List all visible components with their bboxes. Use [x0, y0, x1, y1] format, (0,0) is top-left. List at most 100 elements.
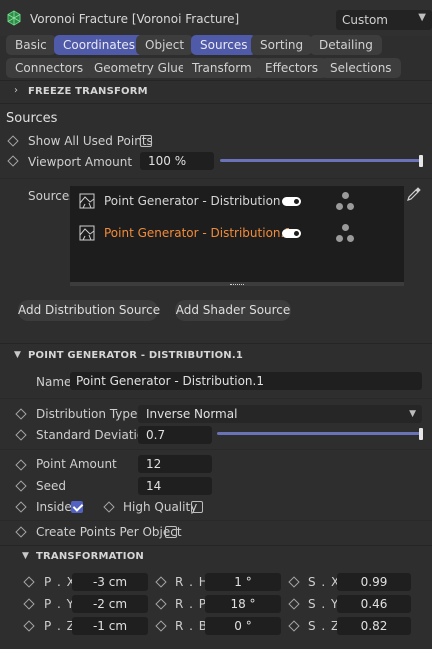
keyframe-diamond-icon[interactable]	[288, 620, 300, 632]
divider	[0, 103, 432, 104]
divider	[0, 178, 432, 179]
tab-detailing[interactable]: Detailing	[310, 35, 382, 55]
rotation-p-label: R . P	[175, 597, 208, 611]
name-field[interactable]: Point Generator - Distribution.1	[70, 372, 422, 390]
distribution-source-icon	[79, 193, 95, 209]
transformation-header[interactable]: ▼ TRANSFORMATION	[0, 546, 432, 568]
preset-value: Custom	[342, 13, 388, 27]
tab-basic[interactable]: Basic	[6, 35, 56, 55]
header-bar: Voronoi Fracture [Voronoi Fracture] Cust…	[0, 0, 432, 36]
standard-deviation-slider-handle[interactable]	[419, 428, 423, 440]
create-points-per-object-label: Create Points Per Object	[36, 525, 182, 539]
standard-deviation-slider[interactable]	[217, 432, 420, 435]
distribution-source-icon	[79, 225, 95, 241]
rotation-p-input[interactable]: 18 °	[205, 595, 281, 613]
preset-dropdown[interactable]: Custom ▼	[336, 10, 432, 30]
viewport-amount-slider-handle[interactable]	[419, 155, 423, 167]
distribution-type-dropdown[interactable]: Inverse Normal ▼	[138, 405, 422, 423]
rotation-b-input[interactable]: 0 °	[205, 617, 281, 635]
rotation-h-label: R . H	[175, 575, 209, 589]
keyframe-diamond-icon[interactable]	[15, 501, 27, 513]
tab-object[interactable]: Object	[136, 35, 194, 55]
add-distribution-source-button[interactable]: Add Distribution Source	[18, 300, 160, 321]
keyframe-diamond-icon[interactable]	[15, 429, 27, 441]
scale-x-input[interactable]: 0.99	[337, 573, 411, 591]
inside-checkbox[interactable]	[71, 501, 83, 513]
scale-z-input[interactable]: 0.82	[337, 617, 411, 635]
name-label: Name	[36, 375, 72, 389]
keyframe-diamond-icon[interactable]	[288, 576, 300, 588]
window-title: Voronoi Fracture [Voronoi Fracture]	[30, 12, 240, 26]
keyframe-diamond-icon[interactable]	[7, 155, 19, 167]
point-amount-label: Point Amount	[36, 457, 117, 471]
sources-list-label: Sources	[28, 189, 76, 203]
chevron-down-icon: ▼	[409, 409, 416, 419]
divider	[0, 520, 432, 521]
standard-deviation-input[interactable]: 0.7	[138, 426, 212, 444]
tab-sources[interactable]: Sources	[191, 35, 257, 55]
create-points-per-object-checkbox[interactable]	[165, 526, 177, 538]
show-all-used-points-checkbox[interactable]	[140, 135, 152, 147]
grip-icon	[230, 284, 244, 285]
distribution-type-value: Inverse Normal	[146, 407, 238, 421]
source-enable-toggle[interactable]	[282, 197, 301, 206]
keyframe-diamond-icon[interactable]	[23, 620, 35, 632]
keyframe-diamond-icon[interactable]	[23, 598, 35, 610]
distribution-points-icon	[334, 224, 358, 244]
tab-coordinates[interactable]: Coordinates	[54, 35, 145, 55]
sources-section-title: Sources	[6, 111, 58, 126]
viewport-amount-label: Viewport Amount	[28, 155, 133, 169]
tab-connectors[interactable]: Connectors	[6, 58, 93, 78]
standard-deviation-label: Standard Deviation	[36, 428, 152, 442]
rotation-b-label: R . B	[175, 619, 209, 633]
chevron-right-icon: ›	[14, 85, 18, 96]
seed-label: Seed	[36, 479, 66, 493]
eyedropper-icon[interactable]	[406, 186, 422, 202]
chevron-down-icon: ▼	[14, 350, 21, 360]
freeze-transform-header[interactable]: › FREEZE TRANSFORM	[0, 81, 432, 103]
tab-selections[interactable]: Selections	[321, 58, 401, 78]
keyframe-diamond-icon[interactable]	[103, 501, 115, 513]
keyframe-diamond-icon[interactable]	[155, 576, 167, 588]
keyframe-diamond-icon[interactable]	[7, 135, 19, 147]
point-generator-header[interactable]: ▼ POINT GENERATOR - DISTRIBUTION.1	[0, 345, 432, 367]
show-all-used-points-label: Show All Used Points	[28, 134, 153, 148]
keyframe-diamond-icon[interactable]	[15, 480, 27, 492]
scale-y-input[interactable]: 0.46	[337, 595, 411, 613]
voronoi-fracture-icon	[7, 10, 21, 26]
position-x-input[interactable]: -3 cm	[72, 573, 148, 591]
position-y-label: P . Y	[44, 597, 76, 611]
keyframe-diamond-icon[interactable]	[23, 576, 35, 588]
divider	[0, 398, 432, 399]
tab-effectors[interactable]: Effectors	[256, 58, 328, 78]
distribution-type-label: Distribution Type	[36, 407, 138, 421]
high-quality-checkbox[interactable]	[191, 501, 203, 513]
viewport-amount-input[interactable]: 100 %	[140, 152, 214, 170]
list-item[interactable]: Point Generator - Distribution	[70, 188, 404, 214]
tab-sorting[interactable]: Sorting	[251, 35, 313, 55]
keyframe-diamond-icon[interactable]	[15, 408, 27, 420]
seed-input[interactable]: 14	[138, 477, 212, 495]
point-amount-input[interactable]: 12	[138, 455, 212, 473]
keyframe-diamond-icon[interactable]	[15, 526, 27, 538]
position-z-input[interactable]: -1 cm	[72, 617, 148, 635]
scale-z-label: S . Z	[308, 619, 341, 633]
freeze-transform-label: FREEZE TRANSFORM	[28, 86, 148, 97]
add-shader-source-button[interactable]: Add Shader Source	[175, 300, 291, 321]
keyframe-diamond-icon[interactable]	[15, 459, 27, 471]
list-item[interactable]: Point Generator - Distribution.1	[70, 220, 404, 246]
chevron-down-icon: ▼	[22, 551, 29, 561]
keyframe-diamond-icon[interactable]	[288, 598, 300, 610]
source-name-selected: Point Generator - Distribution.1	[104, 226, 292, 240]
viewport-amount-slider[interactable]	[220, 159, 420, 162]
scale-x-label: S . X	[308, 575, 341, 589]
rotation-h-input[interactable]: 1 °	[205, 573, 281, 591]
tab-geometry-glue[interactable]: Geometry Glue	[85, 58, 195, 78]
position-y-input[interactable]: -2 cm	[72, 595, 148, 613]
distribution-points-icon	[334, 192, 358, 212]
source-enable-toggle[interactable]	[282, 229, 301, 238]
keyframe-diamond-icon[interactable]	[155, 620, 167, 632]
tab-transform[interactable]: Transform	[183, 58, 261, 78]
sources-list[interactable]: Point Generator - Distribution Point Gen…	[70, 186, 404, 286]
keyframe-diamond-icon[interactable]	[155, 598, 167, 610]
